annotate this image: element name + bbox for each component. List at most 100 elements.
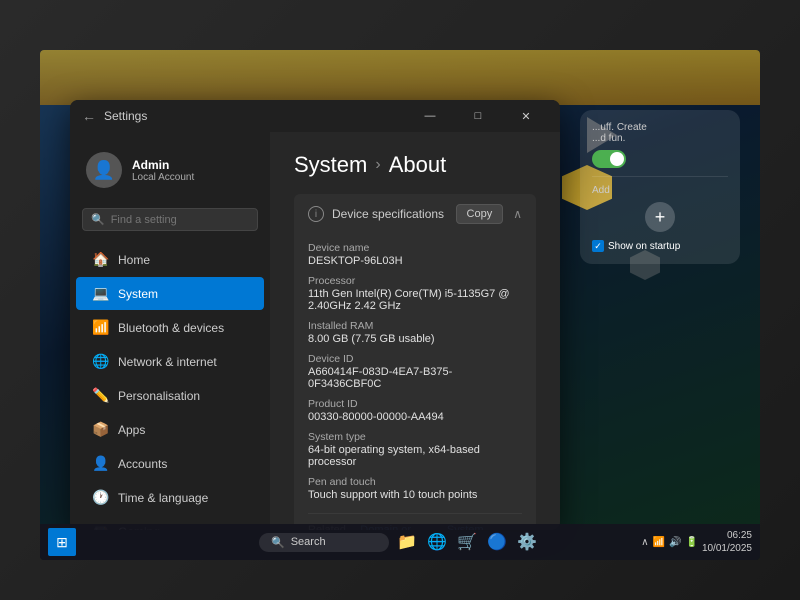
spec-row-pen-touch: Pen and touch Touch support with 10 touc… — [308, 476, 522, 501]
close-button[interactable]: ✕ — [504, 100, 548, 132]
sidebar-item-apps[interactable]: 📦 Apps — [76, 413, 264, 446]
back-button[interactable]: ← — [82, 108, 96, 124]
window-title: Settings — [104, 109, 147, 123]
minimize-button[interactable]: — — [408, 100, 452, 132]
sidebar-item-personalisation-label: Personalisation — [118, 389, 200, 403]
show-startup-row: ✓ Show on startup — [592, 240, 728, 252]
settings-window: ← Settings — □ ✕ 👤 — [70, 100, 560, 530]
spec-row-system-type: System type 64-bit operating system, x64… — [308, 431, 522, 468]
widget-divider: Add + — [592, 176, 728, 232]
spec-value-system-type: 64-bit operating system, x64-based proce… — [308, 444, 522, 468]
spec-row-processor: Processor 11th Gen Intel(R) Core(TM) i5-… — [308, 275, 522, 312]
sidebar-item-time-label: Time & language — [118, 491, 208, 505]
tray-network-icon: 📶 — [653, 537, 665, 548]
user-profile: 👤 Admin Local Account — [70, 140, 270, 204]
spec-label-pen-touch: Pen and touch — [308, 476, 522, 488]
ceiling-decoration — [40, 50, 760, 105]
page-breadcrumb: System › About — [294, 152, 536, 178]
breadcrumb-about: About — [389, 152, 447, 178]
spec-row-product-id: Product ID 00330-80000-00000-AA494 — [308, 398, 522, 423]
spec-row-device-name: Device name DESKTOP-96L03H — [308, 242, 522, 267]
user-name: Admin — [132, 158, 194, 172]
spec-label-processor: Processor — [308, 275, 522, 287]
sidebar-item-accounts-label: Accounts — [118, 457, 167, 471]
spec-value-device-name: DESKTOP-96L03H — [308, 255, 522, 267]
spec-label-device-id: Device ID — [308, 353, 522, 365]
taskbar-app-edge[interactable]: 🌐 — [423, 528, 451, 556]
taskbar-apps: 📁 🌐 🛒 🔵 ⚙️ — [393, 528, 541, 556]
sidebar-item-home-label: Home — [118, 253, 150, 267]
spec-value-ram: 8.00 GB (7.75 GB usable) — [308, 333, 522, 345]
spec-section-header[interactable]: i Device specifications Copy ∧ — [294, 194, 536, 234]
taskbar-left: ⊞ — [48, 528, 76, 556]
desktop: ...uff. Create...d fun. Add + ✓ Show on … — [40, 50, 760, 560]
add-button[interactable]: + — [645, 202, 675, 232]
sidebar-item-home[interactable]: 🏠 Home — [76, 243, 264, 276]
spec-row-ram: Installed RAM 8.00 GB (7.75 GB usable) — [308, 320, 522, 345]
system-icon: 💻 — [92, 285, 108, 302]
desktop-widgets: ...uff. Create...d fun. Add + ✓ Show on … — [580, 110, 740, 264]
maximize-button[interactable]: □ — [456, 100, 500, 132]
taskbar-search-label: Search — [291, 536, 326, 548]
title-bar-left: ← Settings — [82, 108, 147, 124]
search-box[interactable]: 🔍 — [82, 208, 258, 231]
clock-date: 10/01/2025 — [702, 542, 752, 555]
show-startup-checkbox[interactable]: ✓ — [592, 240, 604, 252]
spec-header-left: i Device specifications — [308, 206, 444, 222]
spec-label-product-id: Product ID — [308, 398, 522, 410]
sidebar-item-time[interactable]: 🕐 Time & language — [76, 481, 264, 514]
start-button[interactable]: ⊞ — [48, 528, 76, 556]
tray-chevron-icon[interactable]: ∧ — [641, 537, 648, 548]
spec-body: Device name DESKTOP-96L03H Processor 11t… — [294, 234, 536, 530]
clock-time: 06:25 — [702, 529, 752, 542]
sidebar-item-apps-label: Apps — [118, 423, 145, 437]
sidebar-item-system[interactable]: 💻 System — [76, 277, 264, 310]
sidebar: 👤 Admin Local Account 🔍 — [70, 132, 270, 530]
spec-value-processor: 11th Gen Intel(R) Core(TM) i5-1135G7 @ 2… — [308, 288, 522, 312]
laptop-frame: ...uff. Create...d fun. Add + ✓ Show on … — [0, 0, 800, 600]
time-icon: 🕐 — [92, 489, 108, 506]
widget-text: ...uff. Create...d fun. — [592, 122, 728, 144]
window-body: 👤 Admin Local Account 🔍 — [70, 132, 560, 530]
widget-panel: ...uff. Create...d fun. Add + ✓ Show on … — [580, 110, 740, 264]
window-controls: — □ ✕ — [408, 100, 548, 132]
breadcrumb-separator: › — [375, 156, 380, 174]
sidebar-item-personalisation[interactable]: ✏️ Personalisation — [76, 379, 264, 412]
taskbar-app-chrome[interactable]: 🔵 — [483, 528, 511, 556]
system-clock[interactable]: 06:25 10/01/2025 — [702, 529, 752, 555]
search-input[interactable] — [111, 214, 249, 226]
taskbar: ⊞ 🔍 Search 📁 🌐 🛒 🔵 ⚙️ — [40, 524, 760, 560]
device-specs-section: i Device specifications Copy ∧ — [294, 194, 536, 530]
spec-row-device-id: Device ID A660414F-083D-4EA7-B375-0F3436… — [308, 353, 522, 390]
taskbar-app-store[interactable]: 🛒 — [453, 528, 481, 556]
screen: ...uff. Create...d fun. Add + ✓ Show on … — [40, 50, 760, 560]
copy-button[interactable]: Copy — [456, 204, 504, 224]
sidebar-item-accounts[interactable]: 👤 Accounts — [76, 447, 264, 480]
add-label: Add — [592, 185, 728, 196]
sidebar-item-bluetooth-label: Bluetooth & devices — [118, 321, 224, 335]
tray-volume-icon: 🔊 — [669, 537, 681, 548]
spec-value-product-id: 00330-80000-00000-AA494 — [308, 411, 522, 423]
sidebar-item-bluetooth[interactable]: 📶 Bluetooth & devices — [76, 311, 264, 344]
user-account-type: Local Account — [132, 172, 194, 183]
home-icon: 🏠 — [92, 251, 108, 268]
spec-label-system-type: System type — [308, 431, 522, 443]
show-startup-label: Show on startup — [608, 241, 680, 252]
toggle-switch[interactable] — [592, 150, 626, 168]
sidebar-item-system-label: System — [118, 287, 158, 301]
breadcrumb-system: System — [294, 152, 367, 178]
taskbar-app-settings[interactable]: ⚙️ — [513, 528, 541, 556]
spec-label-ram: Installed RAM — [308, 320, 522, 332]
user-info: Admin Local Account — [132, 158, 194, 183]
taskbar-app-files[interactable]: 📁 — [393, 528, 421, 556]
chevron-up-icon: ∧ — [513, 207, 522, 221]
taskbar-search-icon: 🔍 — [271, 536, 285, 549]
sidebar-item-network[interactable]: 🌐 Network & internet — [76, 345, 264, 378]
spec-value-pen-touch: Touch support with 10 touch points — [308, 489, 522, 501]
apps-icon: 📦 — [92, 421, 108, 438]
personalisation-icon: ✏️ — [92, 387, 108, 404]
taskbar-search[interactable]: 🔍 Search — [259, 533, 389, 552]
widget-toggle-row — [592, 150, 728, 168]
tray-battery-icon: 🔋 — [685, 537, 697, 548]
network-icon: 🌐 — [92, 353, 108, 370]
